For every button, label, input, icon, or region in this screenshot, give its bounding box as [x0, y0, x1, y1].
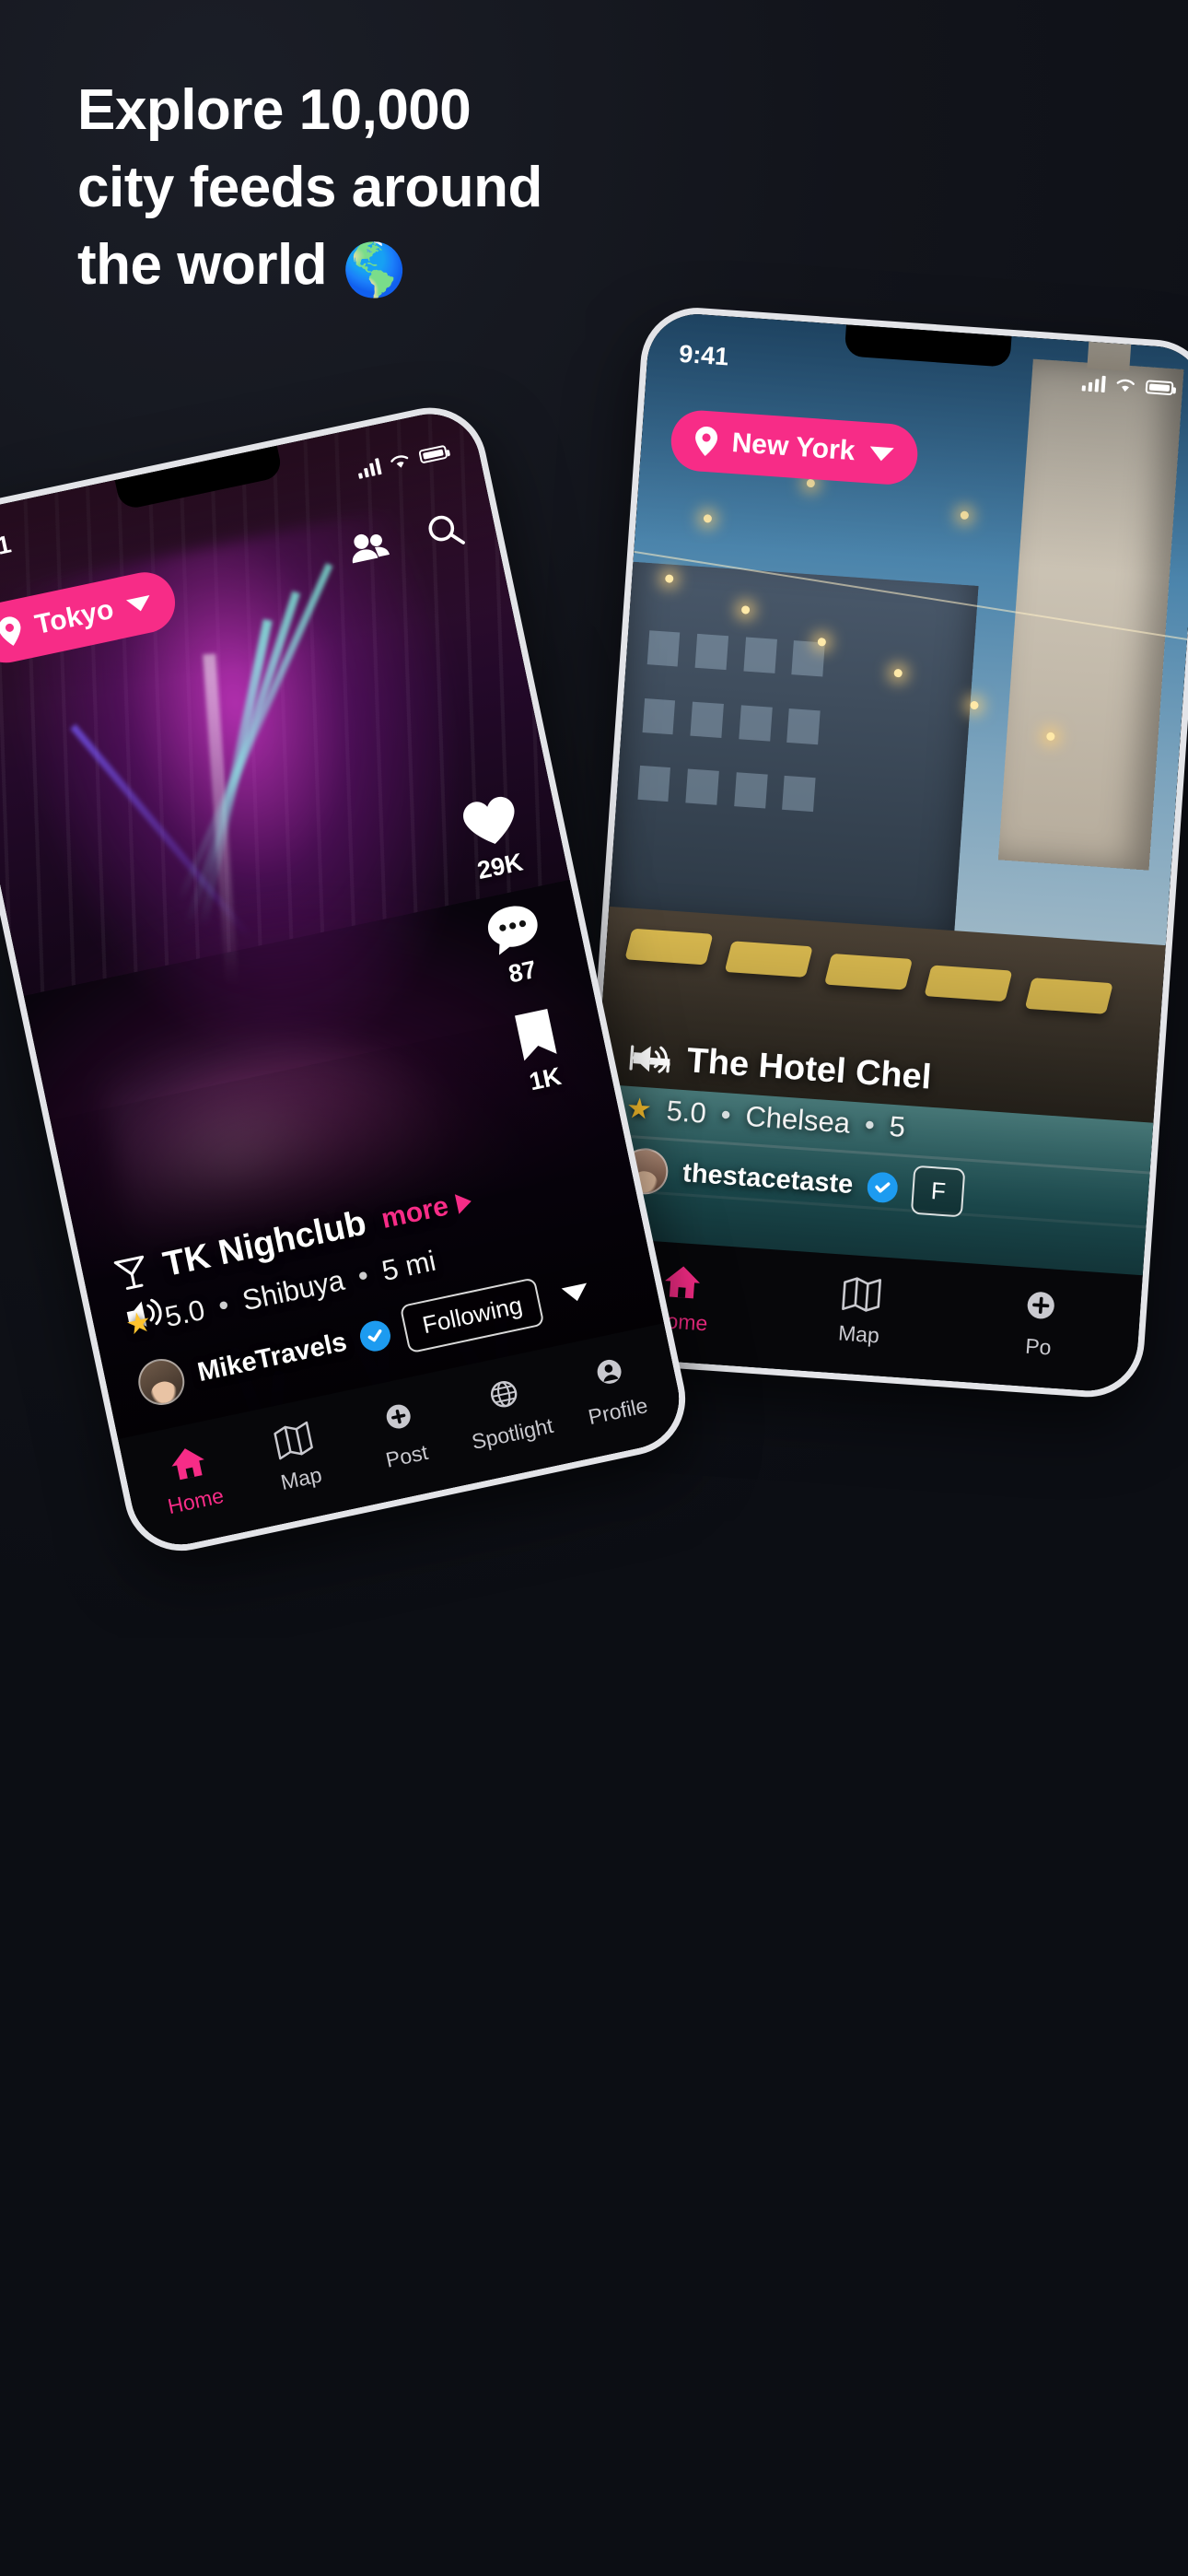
chevron-down-icon[interactable] [561, 1282, 590, 1305]
wifi-icon [390, 455, 409, 468]
battery-icon [1145, 379, 1174, 395]
home-icon [171, 1448, 204, 1481]
star-icon: ★ [624, 1091, 654, 1126]
play-triangle-icon [454, 1190, 474, 1214]
bookmark-icon [515, 1009, 557, 1061]
headline-line-1: Explore 10,000 [77, 78, 472, 142]
status-time: 9:41 [678, 339, 730, 370]
tab-post[interactable]: Po [984, 1285, 1096, 1364]
person-circle-icon [597, 1359, 622, 1384]
tab-label: Po [1024, 1333, 1053, 1360]
star-icon: ★ [122, 1305, 155, 1342]
tab-profile[interactable]: Profile [553, 1345, 673, 1435]
tab-label: Map [837, 1320, 880, 1348]
location-pin-icon [0, 616, 21, 646]
tab-label: Profile [586, 1393, 650, 1430]
bed-icon [629, 1044, 670, 1072]
chevron-down-icon [868, 445, 894, 462]
page-title: Explore 10,000 city feeds around the wor… [77, 72, 722, 309]
tab-label: Post [383, 1439, 430, 1472]
avatar[interactable] [134, 1353, 189, 1410]
headline-line-3: the world 🌎 [77, 227, 722, 309]
battery-icon [418, 444, 448, 464]
status-time: 9:41 [0, 529, 14, 568]
separator-dot: • [355, 1259, 372, 1293]
tab-spotlight[interactable]: Spotlight [448, 1367, 567, 1458]
verified-badge-icon [868, 1172, 899, 1203]
tab-post[interactable]: Post [343, 1389, 462, 1480]
headline-line-3-text: the world [77, 233, 328, 297]
location-pin-icon [695, 427, 718, 456]
neighborhood: Shibuya [239, 1263, 347, 1317]
tab-map[interactable]: Map [804, 1272, 916, 1351]
plus-circle-icon [1028, 1292, 1055, 1319]
cocktail-glass-icon [113, 1255, 145, 1290]
tab-label: Map [278, 1462, 324, 1495]
comment-count: 87 [506, 954, 540, 989]
city-label: Tokyo [32, 593, 117, 641]
chevron-down-icon [126, 594, 153, 614]
like-count: 29K [474, 848, 526, 885]
friends-icon[interactable] [344, 526, 393, 568]
phone-mockup-new-york: 9:41 New York The Hotel Chel ★ 5.0 • Che… [570, 304, 1188, 1401]
separator-dot: • [719, 1097, 732, 1131]
wifi-icon [1116, 379, 1135, 392]
promo-canvas: Explore 10,000 city feeds around the wor… [0, 0, 1188, 2576]
distance: 5 mi [379, 1244, 439, 1288]
distance: 5 [888, 1109, 907, 1143]
phone-mockup-tokyo: 9:41 Tokyo 29K 87 1K TK Nighclub more ★ … [0, 397, 696, 1562]
search-icon[interactable] [423, 509, 466, 552]
rating-value: 5.0 [161, 1293, 208, 1334]
signal-bars-icon [355, 457, 382, 479]
map-icon [274, 1421, 313, 1460]
neighborhood: Chelsea [744, 1099, 852, 1140]
verified-badge-icon [360, 1320, 391, 1352]
plus-circle-icon [386, 1404, 411, 1429]
signal-bars-icon [1081, 373, 1106, 392]
username[interactable]: thestacetaste [681, 1158, 854, 1200]
globe-emoji-icon: 🌎 [342, 240, 407, 299]
map-icon [842, 1277, 882, 1312]
tab-label: Spotlight [469, 1412, 555, 1454]
more-label: more [379, 1189, 451, 1235]
follow-button[interactable]: F [911, 1165, 966, 1218]
tab-map[interactable]: Map [237, 1412, 356, 1503]
heart-icon [463, 796, 515, 844]
comment-icon [487, 906, 538, 955]
city-label: New York [730, 427, 856, 467]
headline-line-2: city feeds around [77, 156, 542, 219]
bookmark-action[interactable]: 1K [509, 1005, 570, 1098]
rating-value: 5.0 [665, 1094, 708, 1130]
tab-label: Home [165, 1482, 227, 1519]
tab-home[interactable]: Home [132, 1434, 251, 1525]
home-icon [664, 1266, 700, 1299]
globe-icon [491, 1381, 518, 1408]
separator-dot: • [215, 1288, 232, 1322]
separator-dot: • [863, 1107, 877, 1142]
